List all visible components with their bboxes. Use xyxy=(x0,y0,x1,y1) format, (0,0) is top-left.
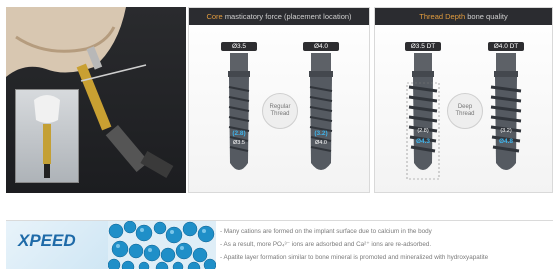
thread-sub-value: Ø4.8 xyxy=(498,138,514,145)
thread-value: (2.8) xyxy=(417,128,429,134)
calcium-spheres-image xyxy=(108,221,216,269)
implant-size-label: Ø4.0 DT xyxy=(488,42,524,51)
implant-image xyxy=(309,53,333,170)
thread-header-text: bone quality xyxy=(467,12,508,21)
product-figure: Core masticatory force (placement locati… xyxy=(6,7,553,193)
tooth-inset-image xyxy=(15,89,79,183)
thread-panel-header: Thread Depth bone quality xyxy=(375,8,552,25)
core-panel: Core masticatory force (placement locati… xyxy=(188,7,370,193)
thread-header-accent: Thread Depth xyxy=(419,12,466,21)
deep-thread-badge: Deep Thread xyxy=(447,93,483,129)
xpeed-logo: XPEED xyxy=(6,221,108,269)
core-sub-value: Ø4.0 xyxy=(315,140,327,146)
implant-size-label: Ø3.5 DT xyxy=(405,42,441,51)
implant-size-label: Ø3.5 xyxy=(221,42,257,51)
core-header-text: masticatory force (placement location) xyxy=(224,12,352,21)
xpeed-bullet: - As a result, more PO₄³⁻ ions are adsor… xyxy=(220,241,432,248)
thread-value: (3.2) xyxy=(500,128,512,134)
core-header-accent: Core xyxy=(206,12,223,21)
xpeed-bullet: - Many cations are formed on the implant… xyxy=(220,228,432,235)
core-sub-value: Ø3.5 xyxy=(233,140,245,146)
xpeed-description-list: - Many cations are formed on the implant… xyxy=(220,225,553,264)
xpeed-bullet: - Apatite layer formation similar to bon… xyxy=(220,254,489,261)
implant-image xyxy=(406,53,440,180)
implant-image xyxy=(490,53,522,170)
implant-image xyxy=(228,53,250,170)
surgery-photo xyxy=(6,7,186,193)
thread-sub-value: Ø4.3 xyxy=(415,138,431,145)
xpeed-banner: XPEED - Many cations are formed on the i… xyxy=(6,220,553,269)
core-value: (2.8) xyxy=(232,130,246,137)
core-panel-header: Core masticatory force (placement locati… xyxy=(189,8,369,25)
core-value: (3.2) xyxy=(314,130,328,137)
xpeed-logo-text: XPEED xyxy=(18,231,76,250)
thread-depth-panel: Thread Depth bone quality Ø3.5 DT (2.8) … xyxy=(374,7,553,193)
implant-size-label: Ø4.0 xyxy=(303,42,339,51)
regular-thread-badge: Regular Thread xyxy=(262,93,298,129)
